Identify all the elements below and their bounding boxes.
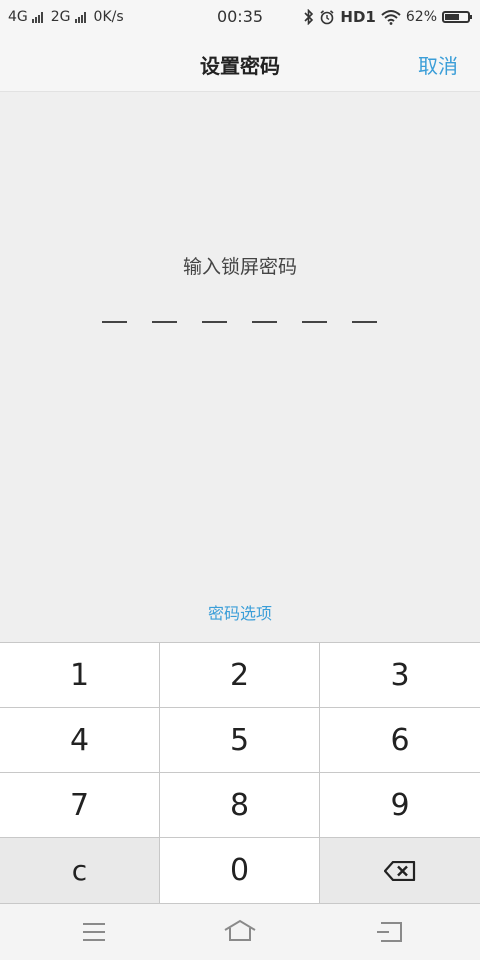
menu-icon[interactable] bbox=[83, 923, 105, 941]
battery-icon bbox=[442, 11, 472, 23]
back-icon[interactable] bbox=[375, 921, 405, 943]
password-prompt: 输入锁屏密码 bbox=[182, 256, 297, 278]
pin-slot bbox=[152, 321, 177, 323]
key-8[interactable]: 8 bbox=[160, 773, 319, 837]
pin-slot bbox=[352, 321, 377, 323]
navigation-bar bbox=[0, 904, 480, 960]
password-options-link[interactable]: 密码选项 bbox=[0, 600, 480, 624]
pin-slot bbox=[302, 321, 327, 323]
pin-indicator bbox=[102, 321, 377, 323]
home-icon[interactable] bbox=[223, 919, 257, 943]
key-3[interactable]: 3 bbox=[320, 643, 480, 707]
title-bar: 设置密码 取消 bbox=[0, 34, 480, 92]
key-7[interactable]: 7 bbox=[0, 773, 159, 837]
status-right: HD1 62% bbox=[304, 8, 472, 26]
key-4[interactable]: 4 bbox=[0, 708, 159, 772]
key-6[interactable]: 6 bbox=[320, 708, 480, 772]
battery-fill bbox=[445, 14, 459, 20]
wifi-icon bbox=[381, 10, 401, 25]
pin-slot bbox=[102, 321, 127, 323]
pin-slot bbox=[202, 321, 227, 323]
page-title: 设置密码 bbox=[200, 54, 280, 78]
key-0[interactable]: 0 bbox=[160, 838, 319, 903]
battery-percent: 62% bbox=[405, 9, 437, 25]
key-2[interactable]: 2 bbox=[160, 643, 319, 707]
pin-slot bbox=[252, 321, 277, 323]
key-1[interactable]: 1 bbox=[0, 643, 159, 707]
bluetooth-icon bbox=[304, 9, 314, 25]
status-bar: 4G 2G 0K/s 00:35 HD1 62% bbox=[0, 0, 480, 34]
numeric-keypad: 1 2 3 4 5 6 7 8 9 c 0 bbox=[0, 642, 480, 904]
alarm-icon bbox=[320, 10, 334, 25]
cancel-button[interactable]: 取消 bbox=[418, 50, 458, 79]
key-9[interactable]: 9 bbox=[320, 773, 480, 837]
key-5[interactable]: 5 bbox=[160, 708, 319, 772]
clear-key[interactable]: c bbox=[0, 838, 159, 903]
backspace-key[interactable] bbox=[320, 838, 480, 903]
screen: 4G 2G 0K/s 00:35 HD1 62% 设置密码 取消 输入锁屏密码 … bbox=[0, 0, 480, 960]
hd-label: HD1 bbox=[340, 8, 376, 26]
backspace-icon bbox=[384, 860, 416, 881]
